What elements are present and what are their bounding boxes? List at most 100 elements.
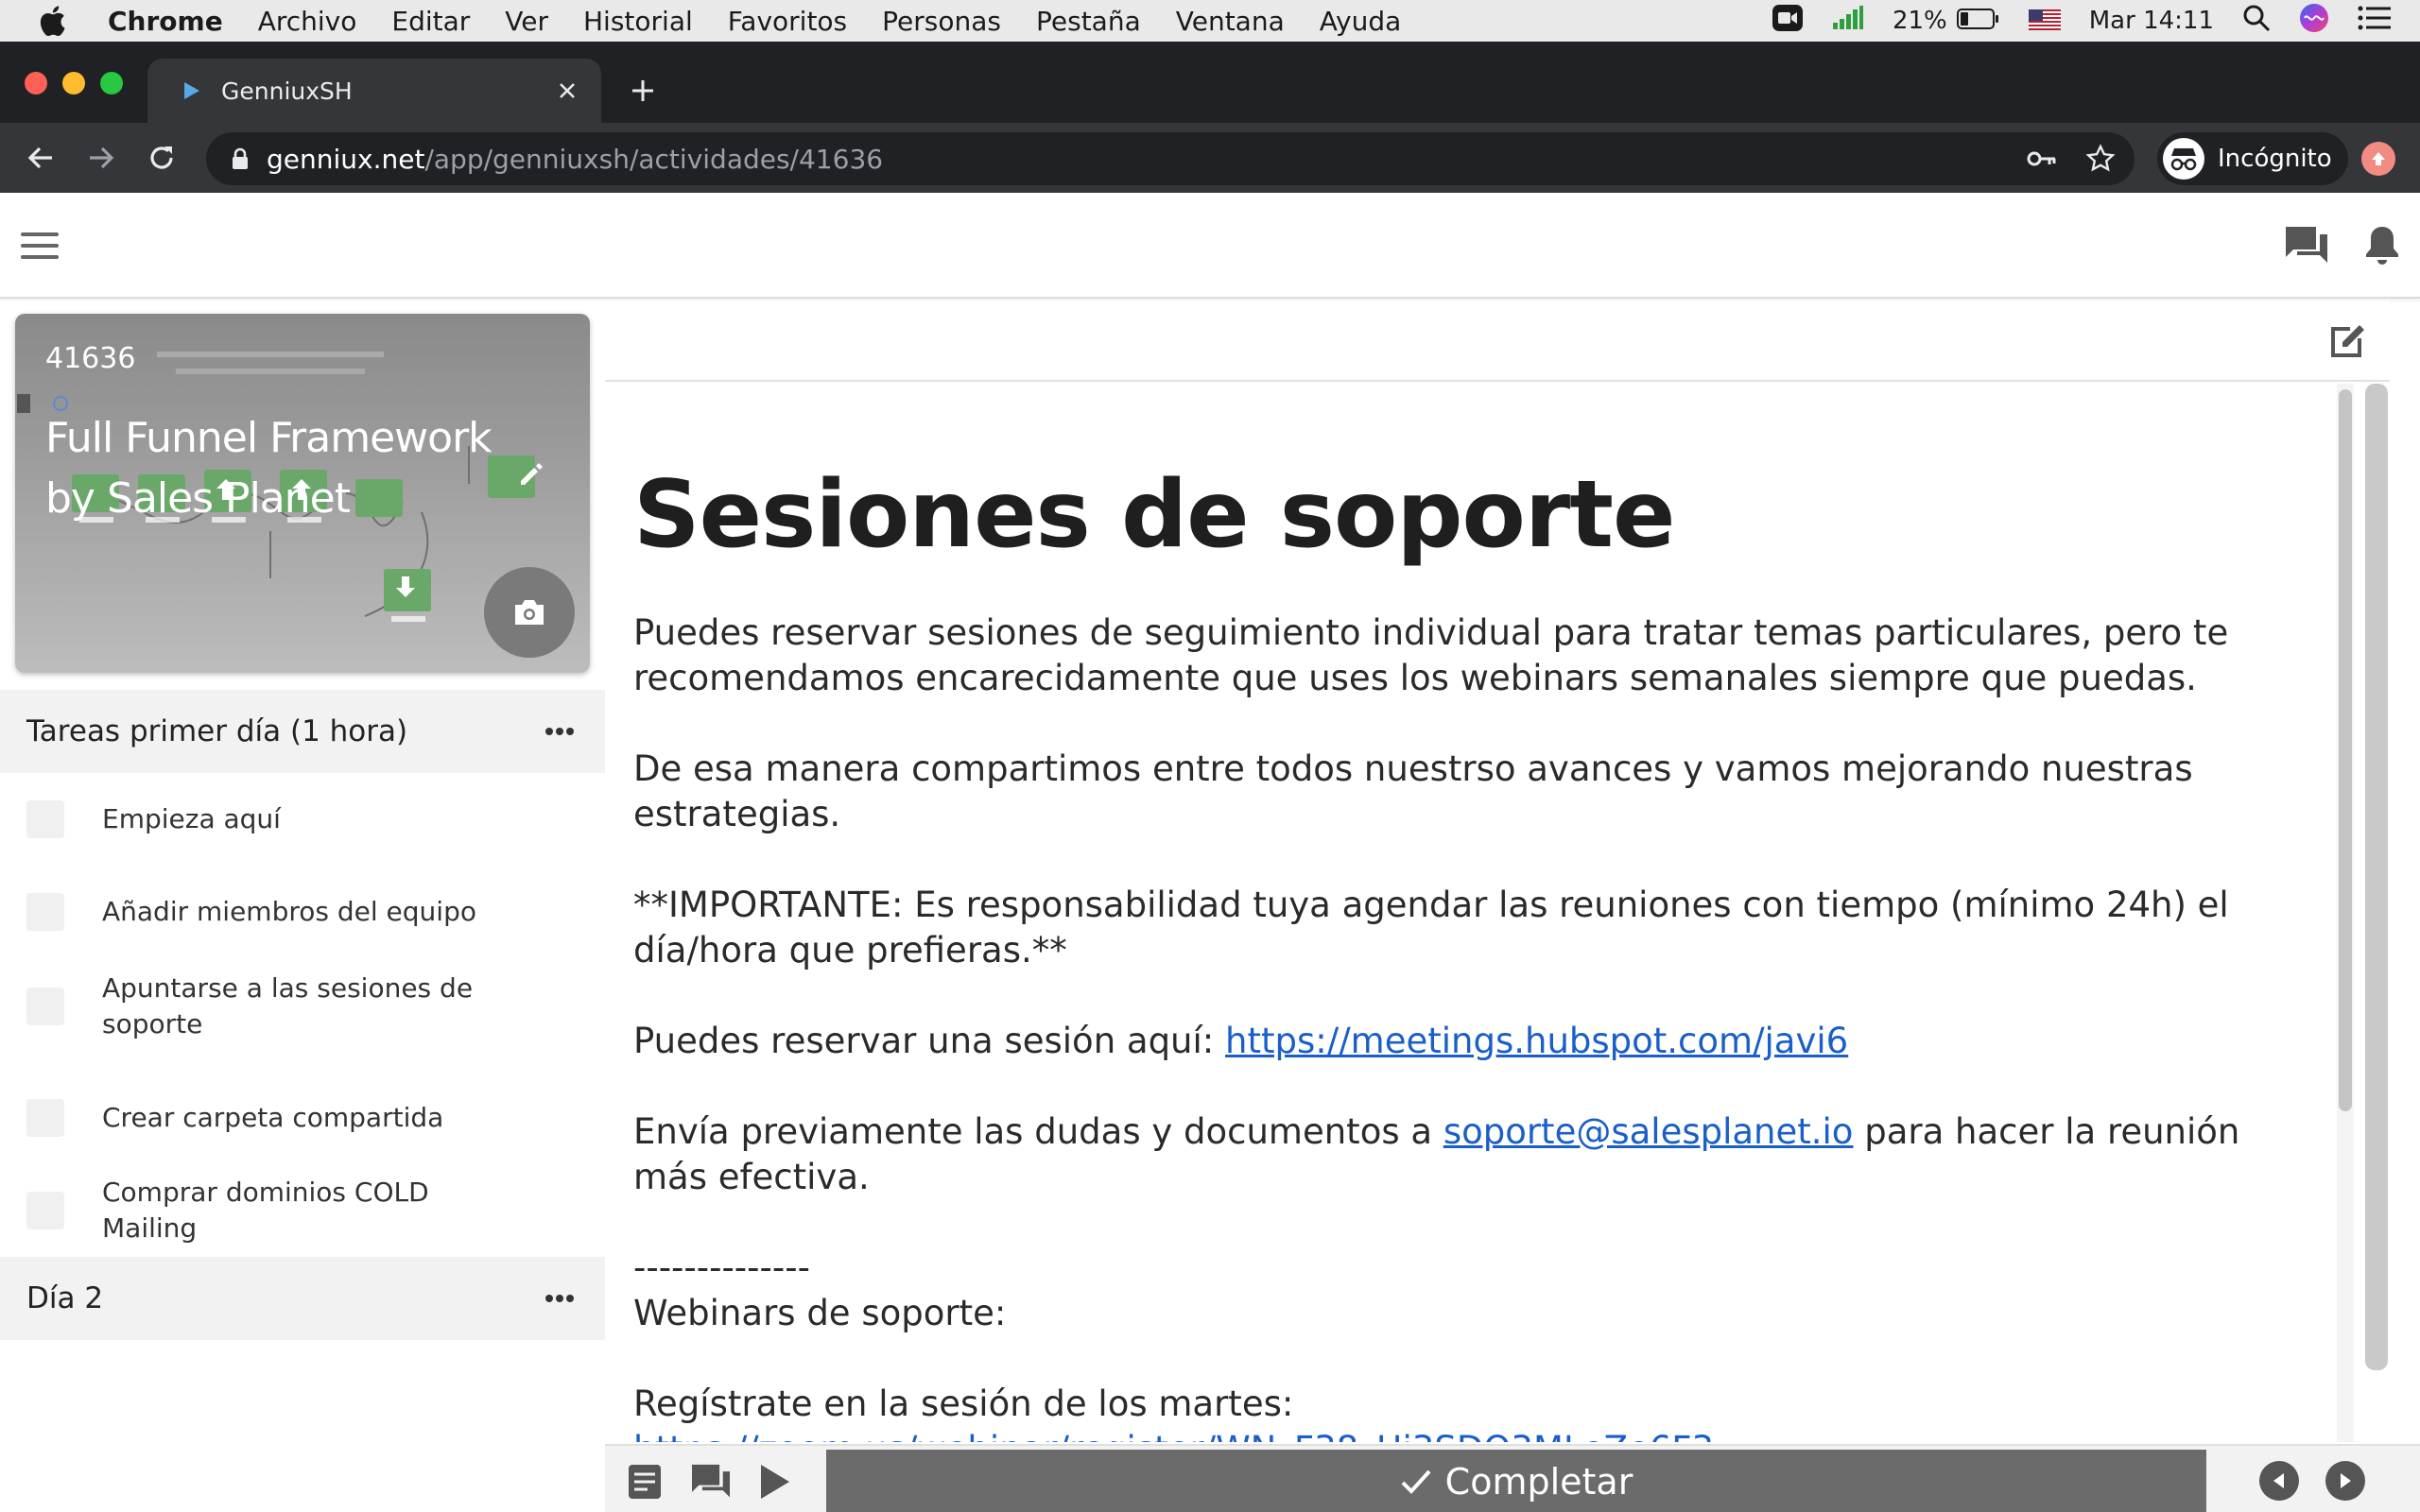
task-label[interactable]: Apuntarse a las sesiones de soporte [102,971,518,1042]
task-section-header[interactable]: Día 2 [0,1257,605,1340]
register-label: Regístrate en la sesión de los martes: [633,1383,1294,1424]
activity-title: Full Funnel Framework by Sales Planet [45,414,493,523]
notes-icon[interactable] [622,1459,667,1504]
menu-archivo[interactable]: Archivo [258,6,357,37]
task-label[interactable]: Crear carpeta compartida [102,1100,518,1136]
content-toolbar [605,301,2390,382]
notifications-bell-icon[interactable] [2358,221,2407,270]
key-icon[interactable] [2025,142,2059,176]
apple-icon[interactable] [25,0,79,42]
webinar-register-link[interactable]: https://zoom.us/webinar/register/WN_F38_… [633,1429,1714,1442]
activity-id: 41636 [45,342,136,375]
lock-icon[interactable] [227,146,253,172]
task-checkbox[interactable] [26,893,64,931]
incognito-icon [2163,138,2204,180]
content-paragraph: Puedes reservar sesiones de seguimiento … [633,612,2229,698]
battery-icon[interactable] [1956,6,2000,37]
hamburger-menu-icon[interactable] [19,227,60,265]
reload-icon[interactable] [140,136,183,180]
task-item[interactable]: Añadir miembros del equipo [0,866,605,958]
page-scrollbar[interactable] [2365,384,2388,1370]
chat-icon[interactable] [2282,221,2331,270]
activity-bottom-bar: Completar [605,1444,2420,1512]
task-item[interactable]: Apuntarse a las sesiones de soporte [0,949,605,1064]
browser-tab-strip: GenniuxSH [0,42,2420,123]
close-tab-icon[interactable] [548,72,586,110]
menu-ayuda[interactable]: Ayuda [1320,6,1402,37]
content-title: Sesiones de soporte [633,461,1676,569]
tab-title: GenniuxSH [221,77,353,105]
activity-content: Sesiones de soporte Puedes reservar sesi… [605,384,2331,1442]
task-section-title: Día 2 [26,1281,104,1315]
flag-us-icon[interactable] [2028,6,2061,37]
content-paragraph: Puedes reservar una sesión aquí: https:/… [633,1019,2293,1064]
task-checkbox[interactable] [26,800,64,838]
task-label[interactable]: Comprar dominios COLD Mailing [102,1175,518,1246]
battery-percent: 21% [1892,7,1947,35]
content-paragraph: Envía previamente las dudas y documentos… [633,1109,2293,1200]
complete-button-label: Completar [1444,1461,1634,1503]
support-text: Envía previamente las dudas y documentos… [633,1111,1443,1152]
incognito-profile-chip[interactable]: Incógnito [2157,132,2348,185]
support-email-link[interactable]: soporte@salesplanet.io [1443,1111,1854,1152]
address-bar[interactable]: genniux.net/app/genniuxsh/actividades/41… [206,132,2135,185]
notification-center-icon[interactable] [2358,6,2392,37]
app-header [0,193,2420,299]
search-icon[interactable] [2242,4,2271,39]
task-checkbox[interactable] [26,1099,64,1137]
update-alert-icon[interactable] [2361,142,2395,176]
browser-tab-active[interactable]: GenniuxSH [147,59,601,123]
incognito-label: Incógnito [2218,145,2332,173]
forward-icon[interactable] [79,136,123,180]
task-checkbox[interactable] [26,988,64,1025]
menu-ver[interactable]: Ver [505,6,548,37]
window-close-button[interactable] [25,72,47,94]
menu-historial[interactable]: Historial [583,6,693,37]
camera-icon[interactable] [484,567,575,658]
task-label[interactable]: Añadir miembros del equipo [102,894,518,930]
back-icon[interactable] [19,136,62,180]
comments-icon[interactable] [688,1459,734,1504]
task-item[interactable]: Crear carpeta compartida [0,1072,605,1164]
browser-toolbar: genniux.net/app/genniuxsh/actividades/41… [0,123,2420,193]
content-scrollbar-thumb[interactable] [2339,389,2352,1111]
play-icon[interactable] [752,1459,798,1504]
signal-icon[interactable] [1832,5,1864,37]
url-path: /app/genniuxsh/actividades/41636 [424,143,884,175]
url-host: genniux.net [267,143,425,175]
menu-app-name[interactable]: Chrome [108,6,223,37]
content-divider: -------------- [633,1247,810,1288]
zoom-video-icon[interactable] [1772,4,1804,39]
window-zoom-button[interactable] [100,72,123,94]
menu-pestana[interactable]: Pestaña [1036,6,1141,37]
clock[interactable]: Mar 14:11 [2089,7,2214,35]
more-options-icon[interactable] [539,711,580,752]
task-item[interactable]: Comprar dominios COLD Mailing [0,1164,605,1257]
menu-personas[interactable]: Personas [882,6,1001,37]
menu-favoritos[interactable]: Favoritos [728,6,847,37]
bookmark-star-icon[interactable] [2083,142,2118,176]
booking-text: Puedes reservar una sesión aquí: [633,1021,1226,1061]
task-section-header[interactable]: Tareas primer día (1 hora) [0,690,605,773]
address-url[interactable]: genniux.net/app/genniuxsh/actividades/41… [267,144,883,175]
macos-menu-bar: Chrome Archivo Editar Ver Historial Favo… [0,0,2420,42]
activity-cover-card: 41636 Full Funnel Framework by Sales Pla… [15,314,590,673]
menu-editar[interactable]: Editar [391,6,470,37]
window-minimize-button[interactable] [62,72,85,94]
menu-ventana[interactable]: Ventana [1176,6,1285,37]
edit-document-icon[interactable] [2324,316,2373,365]
siri-icon[interactable] [2299,3,2329,40]
new-tab-icon[interactable] [624,72,662,110]
more-options-icon[interactable] [539,1278,580,1319]
webinars-label: Webinars de soporte: [633,1293,1007,1333]
tab-favicon-icon [176,76,206,106]
task-checkbox[interactable] [26,1192,64,1229]
next-activity-icon[interactable] [2325,1461,2365,1501]
task-label[interactable]: Empieza aquí [102,801,518,837]
task-item[interactable]: Empieza aquí [0,773,605,866]
content-paragraph: **IMPORTANTE: Es responsabilidad tuya ag… [633,885,2229,971]
edit-pencil-icon[interactable] [510,454,552,495]
hubspot-meeting-link[interactable]: https://meetings.hubspot.com/javi6 [1225,1021,1848,1061]
previous-activity-icon[interactable] [2259,1461,2299,1501]
complete-button[interactable]: Completar [826,1450,2206,1512]
